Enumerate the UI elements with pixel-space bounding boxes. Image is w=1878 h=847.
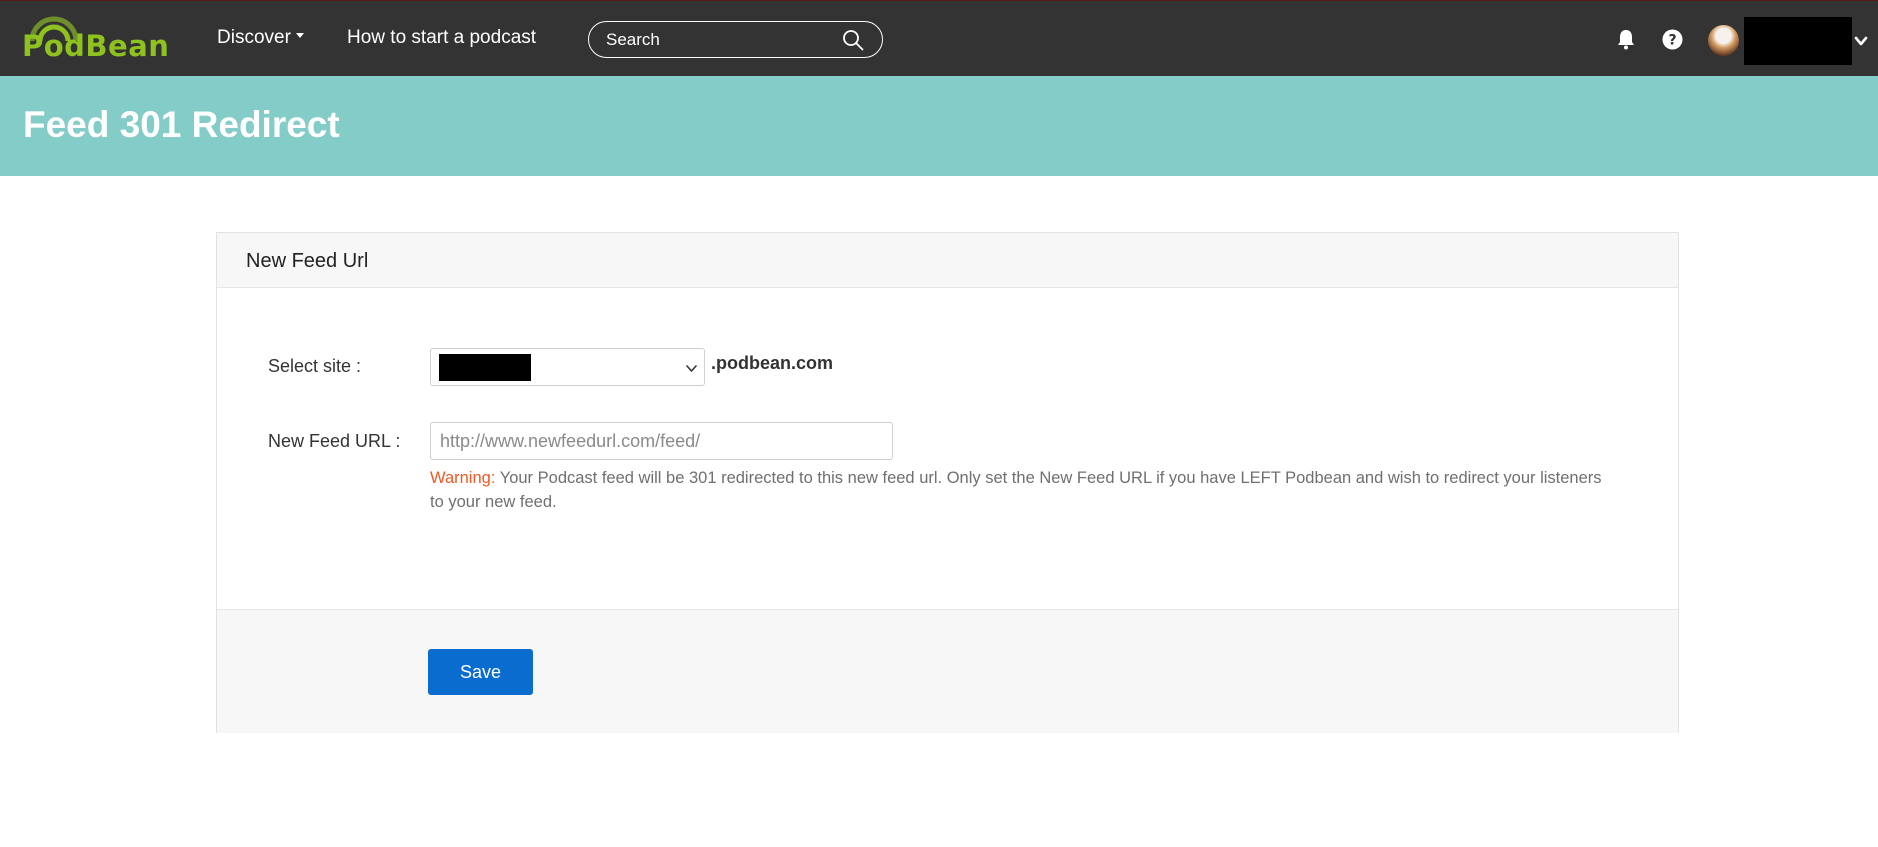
- bell-icon[interactable]: [1615, 28, 1637, 50]
- podbean-logo[interactable]: PodBean: [22, 11, 169, 67]
- select-site-label: Select site :: [268, 356, 362, 376]
- search-box: [588, 21, 883, 58]
- search-input[interactable]: [606, 29, 826, 51]
- warning-message: Warning: Your Podcast feed will be 301 r…: [430, 466, 1610, 514]
- new-feed-url-label: New Feed URL :: [268, 431, 401, 451]
- nav-discover[interactable]: Discover: [217, 27, 304, 49]
- selected-site-redacted: [439, 354, 531, 381]
- help-icon[interactable]: ?: [1662, 29, 1683, 50]
- avatar[interactable]: [1708, 25, 1739, 56]
- nav-how-to-start[interactable]: How to start a podcast: [347, 27, 536, 49]
- panel-footer: Save: [217, 609, 1678, 733]
- top-navbar: PodBean Discover How to start a podcast …: [0, 0, 1878, 76]
- caret-down-icon: [295, 33, 304, 39]
- panel-header: New Feed Url: [217, 233, 1678, 288]
- panel-title: New Feed Url: [246, 250, 369, 272]
- nav-discover-label: Discover: [217, 27, 291, 48]
- logo-text: PodBean: [22, 29, 170, 63]
- page-title: Feed 301 Redirect: [23, 104, 340, 145]
- svg-text:?: ?: [1668, 33, 1676, 49]
- search-icon[interactable]: [842, 29, 864, 51]
- new-feed-url-input[interactable]: [430, 422, 893, 460]
- chevron-down-icon: [686, 365, 697, 372]
- warning-label: Warning:: [430, 469, 496, 487]
- warning-text: Your Podcast feed will be 301 redirected…: [430, 469, 1602, 511]
- user-name-redacted[interactable]: [1744, 17, 1852, 65]
- save-button[interactable]: Save: [428, 649, 533, 695]
- domain-suffix: .podbean.com: [711, 353, 834, 373]
- site-select[interactable]: [430, 348, 705, 386]
- feed-redirect-panel: New Feed Url Select site : .podbean.com …: [216, 232, 1679, 733]
- page-title-band: Feed 301 Redirect: [0, 76, 1878, 176]
- chevron-down-icon[interactable]: [1854, 34, 1868, 48]
